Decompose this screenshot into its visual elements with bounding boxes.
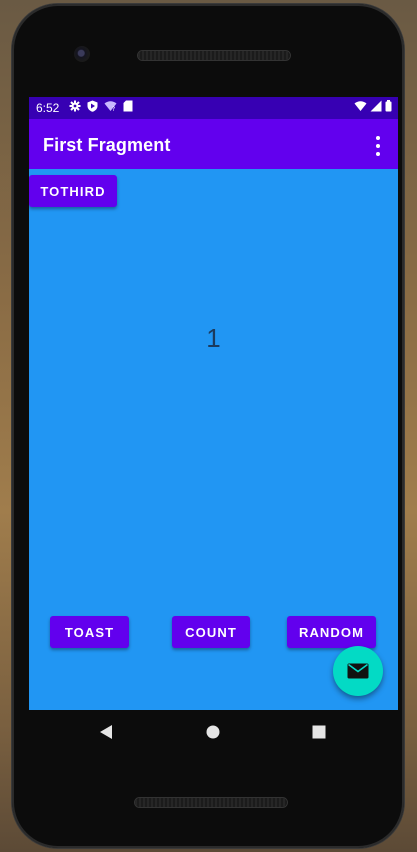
toast-button[interactable]: TOAST — [50, 616, 129, 648]
cell-signal-icon — [370, 100, 382, 112]
gear-icon — [69, 100, 81, 112]
count-value-text: 1 — [206, 323, 221, 353]
wifi-icon: x — [354, 101, 367, 112]
status-icons-left: ? — [69, 100, 133, 112]
front-camera — [74, 46, 90, 62]
earpiece-speaker — [138, 51, 290, 60]
wifi-question-icon: ? — [104, 101, 117, 112]
app-screen: 6:52 ? x First Fragment TOTHIRD 1 TOAST … — [29, 97, 398, 710]
sd-card-icon — [123, 100, 133, 112]
status-bar: 6:52 ? x — [29, 97, 398, 119]
overflow-menu-icon[interactable] — [370, 136, 386, 156]
home-icon[interactable] — [206, 725, 220, 739]
mail-icon — [347, 663, 369, 679]
app-bar: First Fragment — [29, 119, 398, 169]
back-icon[interactable] — [99, 724, 113, 740]
svg-text:x: x — [363, 107, 366, 112]
tothird-button[interactable]: TOTHIRD — [29, 175, 117, 207]
status-icons-right: x — [354, 100, 392, 112]
email-fab[interactable] — [333, 646, 383, 696]
svg-text:?: ? — [112, 106, 115, 112]
battery-icon — [385, 100, 392, 112]
count-button[interactable]: COUNT — [172, 616, 250, 648]
random-button[interactable]: RANDOM — [287, 616, 376, 648]
bottom-speaker — [135, 798, 287, 807]
app-title: First Fragment — [43, 135, 171, 155]
status-time: 6:52 — [36, 101, 60, 115]
recents-icon[interactable] — [312, 725, 326, 739]
shield-icon — [87, 100, 98, 112]
navigation-bar — [29, 712, 398, 752]
